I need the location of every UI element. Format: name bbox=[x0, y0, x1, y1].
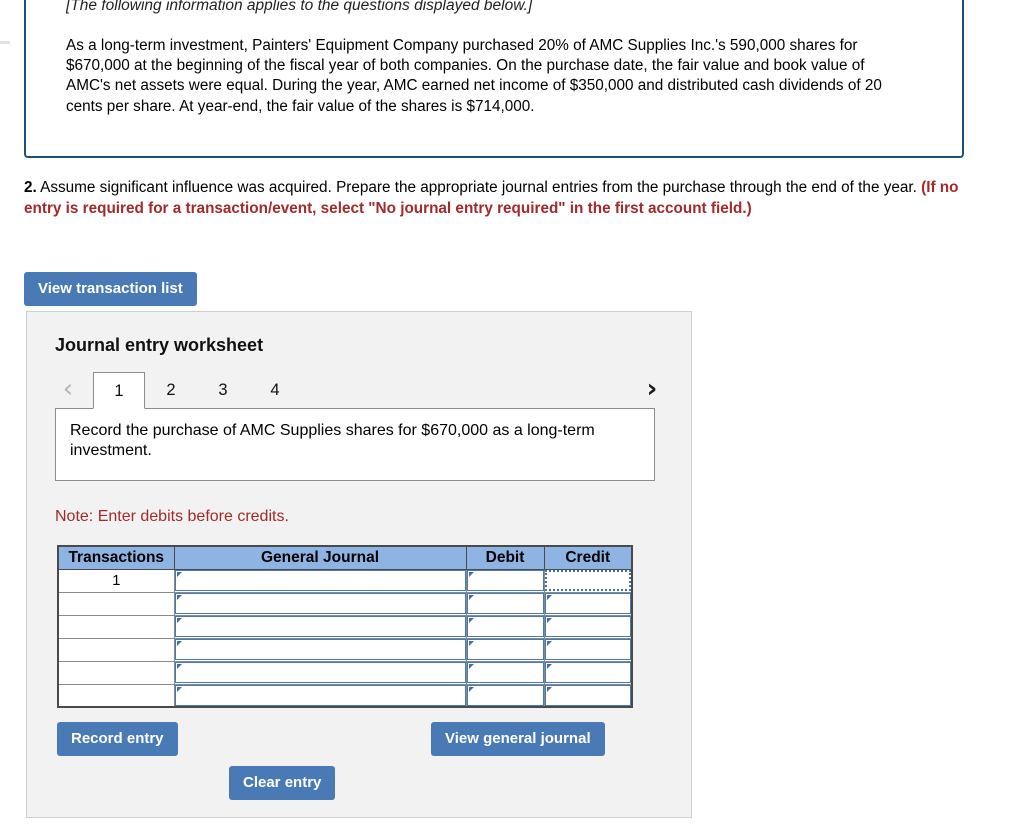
transaction-number-cell bbox=[57, 591, 175, 616]
credit-input[interactable] bbox=[544, 570, 631, 591]
credit-cell bbox=[543, 637, 633, 662]
worksheet-tab-list: 1234 bbox=[93, 372, 301, 409]
table-row bbox=[57, 637, 633, 662]
debit-input[interactable] bbox=[466, 662, 544, 683]
view-transaction-list-button[interactable]: View transaction list bbox=[24, 272, 197, 306]
clear-entry-button[interactable]: Clear entry bbox=[229, 766, 336, 800]
credit-cell bbox=[543, 614, 633, 639]
tab-4[interactable]: 4 bbox=[249, 372, 301, 408]
credit-cell bbox=[543, 683, 633, 708]
question-header-note: [The following information applies to th… bbox=[66, 0, 533, 14]
header-debit: Debit bbox=[465, 545, 545, 570]
record-entry-button[interactable]: Record entry bbox=[57, 722, 178, 756]
tab-3[interactable]: 3 bbox=[197, 372, 249, 408]
header-general-journal: General Journal bbox=[173, 545, 467, 570]
table-row: 1 bbox=[57, 568, 633, 593]
credit-cell bbox=[543, 660, 633, 685]
account-select-input[interactable] bbox=[174, 662, 466, 683]
credit-cell bbox=[543, 591, 633, 616]
debit-input[interactable] bbox=[466, 639, 544, 660]
chevron-left-icon[interactable]: ‹ bbox=[55, 374, 81, 404]
tab-2[interactable]: 2 bbox=[145, 372, 197, 408]
account-select-input[interactable] bbox=[174, 570, 466, 591]
header-transactions: Transactions bbox=[57, 545, 175, 570]
transaction-number-cell: 1 bbox=[57, 568, 175, 593]
general-journal-cell bbox=[173, 568, 467, 593]
chevron-right-icon[interactable]: › bbox=[639, 374, 665, 404]
debit-input[interactable] bbox=[466, 616, 544, 637]
account-select-input[interactable] bbox=[174, 684, 466, 706]
debit-input[interactable] bbox=[466, 593, 544, 614]
edge-marker bbox=[0, 41, 10, 44]
tab-description-text: Record the purchase of AMC Supplies shar… bbox=[70, 422, 595, 459]
table-row bbox=[57, 591, 633, 616]
worksheet-title: Journal entry worksheet bbox=[55, 335, 264, 355]
credit-input[interactable] bbox=[544, 593, 631, 614]
view-general-journal-button[interactable]: View general journal bbox=[431, 722, 605, 756]
question-body-text: As a long-term investment, Painters' Equ… bbox=[66, 37, 882, 115]
page-root: [The following information applies to th… bbox=[0, 0, 1020, 838]
debits-before-credits-note: Note: Enter debits before credits. bbox=[55, 508, 289, 525]
journal-table-body: 1 bbox=[57, 568, 633, 708]
debit-cell bbox=[465, 637, 545, 662]
table-header-row: Transactions General Journal Debit Credi… bbox=[57, 545, 633, 570]
journal-entry-worksheet-panel: Journal entry worksheet ‹ 1234 › Record … bbox=[26, 311, 692, 818]
debit-cell bbox=[465, 568, 545, 593]
debit-cell bbox=[465, 660, 545, 685]
journal-entry-table: Transactions General Journal Debit Credi… bbox=[57, 545, 633, 708]
general-journal-cell bbox=[173, 683, 467, 708]
debit-cell bbox=[465, 683, 545, 708]
general-journal-cell bbox=[173, 637, 467, 662]
requirement-paragraph: 2. Assume significant influence was acqu… bbox=[24, 178, 974, 219]
credit-input[interactable] bbox=[544, 639, 631, 660]
tab-1[interactable]: 1 bbox=[93, 372, 145, 409]
credit-cell bbox=[543, 568, 633, 593]
credit-input[interactable] bbox=[544, 662, 631, 683]
debit-input[interactable] bbox=[466, 570, 544, 591]
requirement-text: Assume significant influence was acquire… bbox=[36, 179, 922, 196]
debit-cell bbox=[465, 614, 545, 639]
account-select-input[interactable] bbox=[174, 639, 466, 660]
header-credit: Credit bbox=[543, 545, 633, 570]
account-select-input[interactable] bbox=[174, 593, 466, 614]
debit-cell bbox=[465, 591, 545, 616]
general-journal-cell bbox=[173, 660, 467, 685]
table-row bbox=[57, 683, 633, 708]
general-journal-cell bbox=[173, 591, 467, 616]
credit-input[interactable] bbox=[544, 616, 631, 637]
credit-input[interactable] bbox=[544, 684, 631, 706]
question-info-box: [The following information applies to th… bbox=[24, 0, 964, 158]
transaction-number-cell bbox=[57, 637, 175, 662]
transaction-number-cell bbox=[57, 660, 175, 685]
transaction-number-cell bbox=[57, 683, 175, 708]
general-journal-cell bbox=[173, 614, 467, 639]
requirement-number: 2. bbox=[24, 179, 37, 196]
tab-description-panel: Record the purchase of AMC Supplies shar… bbox=[55, 408, 655, 481]
table-row bbox=[57, 614, 633, 639]
transaction-number-cell bbox=[57, 614, 175, 639]
table-row bbox=[57, 660, 633, 685]
account-select-input[interactable] bbox=[174, 616, 466, 637]
worksheet-tabstrip: ‹ 1234 › bbox=[55, 372, 665, 409]
debit-input[interactable] bbox=[466, 684, 544, 706]
